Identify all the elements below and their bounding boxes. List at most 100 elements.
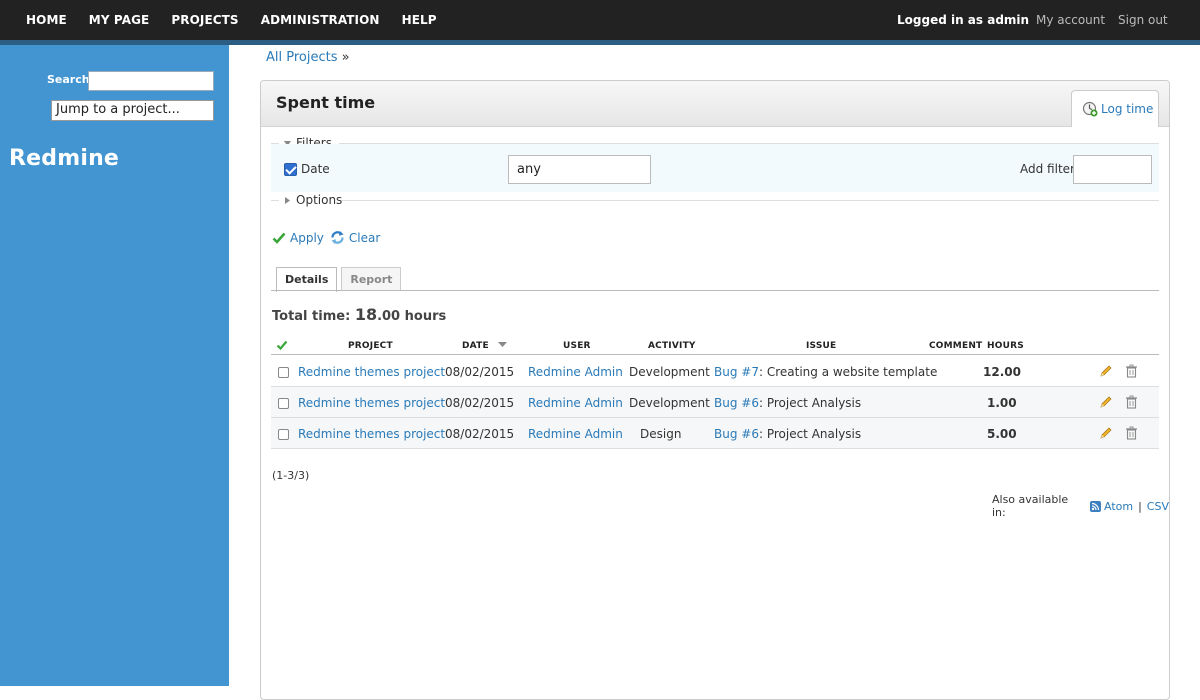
time-entries-header: PROJECT DATE USER ACTIVITY ISSUE COMMENT… bbox=[271, 337, 1159, 355]
edit-pencil-icon[interactable] bbox=[1099, 364, 1113, 378]
clear-button[interactable]: Clear bbox=[349, 231, 380, 245]
row-issue: Bug #6: Project Analysis bbox=[714, 427, 861, 441]
formats-separator: | bbox=[1138, 499, 1142, 513]
nav-administration[interactable]: ADMINISTRATION bbox=[261, 13, 380, 27]
total-time-fraction: .00 bbox=[377, 309, 401, 324]
reload-icon bbox=[331, 231, 344, 244]
edit-pencil-icon[interactable] bbox=[1099, 426, 1113, 440]
row-project-link[interactable]: Redmine themes project bbox=[298, 427, 445, 441]
row-activity: Development bbox=[629, 396, 710, 410]
nav-help[interactable]: HELP bbox=[402, 13, 437, 27]
add-filter-select[interactable] bbox=[1073, 155, 1152, 184]
column-comment: COMMENT bbox=[929, 341, 983, 351]
checkmark-icon bbox=[272, 232, 286, 244]
apply-button[interactable]: Apply bbox=[290, 231, 324, 245]
breadcrumb-all-projects[interactable]: All Projects bbox=[266, 50, 338, 65]
feed-icon bbox=[1090, 500, 1101, 512]
delete-trash-icon[interactable] bbox=[1125, 395, 1138, 409]
row-activity: Development bbox=[629, 365, 710, 379]
site-title[interactable]: Redmine bbox=[9, 146, 119, 171]
row-checkbox[interactable] bbox=[278, 429, 289, 440]
other-formats: Also available in: Atom | CSV bbox=[992, 493, 1169, 519]
atom-link[interactable]: Atom bbox=[1104, 500, 1133, 513]
row-issue-title: : Creating a website template bbox=[758, 365, 938, 379]
total-time-unit: hours bbox=[404, 309, 447, 324]
clock-add-icon bbox=[1082, 101, 1098, 117]
total-time-whole: 18 bbox=[354, 305, 378, 324]
logged-in-as: Logged in as admin bbox=[897, 13, 1030, 27]
date-filter-label: Date bbox=[301, 162, 330, 176]
row-project-link[interactable]: Redmine themes project bbox=[298, 396, 445, 410]
add-filter-label: Add filter bbox=[1020, 162, 1075, 176]
nav-my-page[interactable]: MY PAGE bbox=[89, 13, 150, 27]
query-actions: Apply Clear bbox=[272, 230, 386, 245]
tabs: Details Report bbox=[276, 267, 405, 292]
log-time-button[interactable]: Log time bbox=[1071, 90, 1159, 127]
row-issue-link[interactable]: Bug #6 bbox=[714, 427, 759, 441]
row-date: 08/02/2015 bbox=[445, 427, 515, 441]
options-legend-label: Options bbox=[296, 193, 343, 207]
search-input[interactable] bbox=[88, 71, 214, 91]
row-date: 08/02/2015 bbox=[445, 396, 515, 410]
row-issue: Bug #7: Creating a website template bbox=[714, 365, 937, 379]
column-date-label: DATE bbox=[462, 341, 489, 351]
sort-desc-icon bbox=[498, 342, 508, 347]
options-border-left bbox=[271, 200, 279, 201]
row-checkbox[interactable] bbox=[278, 367, 289, 378]
edit-pencil-icon[interactable] bbox=[1099, 395, 1113, 409]
tab-details[interactable]: Details bbox=[276, 267, 338, 292]
options-border-right bbox=[341, 200, 1159, 201]
nav-home[interactable]: HOME bbox=[26, 13, 67, 27]
jump-to-project-select[interactable]: Jump to a project... bbox=[51, 100, 214, 121]
column-date[interactable]: DATE bbox=[462, 341, 508, 351]
row-project-link[interactable]: Redmine themes project bbox=[298, 365, 445, 379]
delete-trash-icon[interactable] bbox=[1125, 364, 1138, 378]
row-user-link[interactable]: Redmine Admin bbox=[528, 396, 623, 410]
row-issue-link[interactable]: Bug #6 bbox=[714, 396, 759, 410]
options-legend[interactable]: Options bbox=[283, 193, 342, 207]
row-hours: 5.00 bbox=[987, 427, 1017, 441]
nav-projects[interactable]: PROJECTS bbox=[171, 13, 238, 27]
sign-out-link[interactable]: Sign out bbox=[1118, 13, 1168, 27]
row-issue-title: : Project Analysis bbox=[758, 396, 862, 410]
page-title: Spent time bbox=[276, 93, 376, 112]
row-activity: Design bbox=[640, 427, 682, 441]
my-account-link[interactable]: My account bbox=[1036, 13, 1105, 27]
toggle-all-checkmark-icon[interactable] bbox=[276, 339, 288, 351]
table-row: Redmine themes project 08/02/2015 Redmin… bbox=[271, 387, 1159, 418]
total-time-label: Total time: bbox=[272, 309, 351, 324]
other-formats-label: Also available in: bbox=[992, 493, 1069, 519]
row-hours: 12.00 bbox=[983, 365, 1021, 379]
delete-trash-icon[interactable] bbox=[1125, 426, 1138, 440]
content-header: Spent time Log time bbox=[261, 81, 1169, 127]
total-time: Total time: 18.00 hours bbox=[272, 305, 446, 324]
top-menu-nav: HOME MY PAGE PROJECTS ADMINISTRATION HEL… bbox=[14, 0, 459, 40]
row-hours: 1.00 bbox=[987, 396, 1017, 410]
column-user[interactable]: USER bbox=[563, 341, 591, 351]
column-project[interactable]: PROJECT bbox=[348, 341, 393, 351]
row-checkbox[interactable] bbox=[278, 398, 289, 409]
row-user-link[interactable]: Redmine Admin bbox=[528, 427, 623, 441]
jump-to-project-label: Jump to a project... bbox=[56, 102, 180, 117]
csv-link[interactable]: CSV bbox=[1147, 500, 1169, 513]
column-hours[interactable]: HOURS bbox=[987, 341, 1024, 351]
content-panel: Spent time Log time Filters Date any Add… bbox=[260, 80, 1170, 700]
tab-report[interactable]: Report bbox=[341, 267, 402, 291]
column-activity[interactable]: ACTIVITY bbox=[648, 341, 696, 351]
date-operator-select[interactable]: any bbox=[508, 155, 651, 184]
row-date: 08/02/2015 bbox=[445, 365, 515, 379]
pagination-info: (1-3/3) bbox=[272, 469, 310, 482]
row-issue: Bug #6: Project Analysis bbox=[714, 396, 861, 410]
search-label: Search: bbox=[47, 73, 94, 86]
tabs-underline bbox=[271, 290, 1159, 291]
table-row: Redmine themes project 08/02/2015 Redmin… bbox=[271, 418, 1159, 449]
triangle-right-icon bbox=[285, 196, 290, 204]
row-issue-link[interactable]: Bug #7 bbox=[714, 365, 759, 379]
row-user-link[interactable]: Redmine Admin bbox=[528, 365, 623, 379]
sidebar: Search: Jump to a project... Redmine bbox=[0, 45, 229, 686]
table-row: Redmine themes project 08/02/2015 Redmin… bbox=[271, 356, 1159, 387]
log-time-label: Log time bbox=[1101, 102, 1154, 116]
top-menu: HOME MY PAGE PROJECTS ADMINISTRATION HEL… bbox=[0, 0, 1200, 40]
column-issue[interactable]: ISSUE bbox=[806, 341, 836, 351]
date-filter-checkbox[interactable] bbox=[284, 163, 297, 176]
